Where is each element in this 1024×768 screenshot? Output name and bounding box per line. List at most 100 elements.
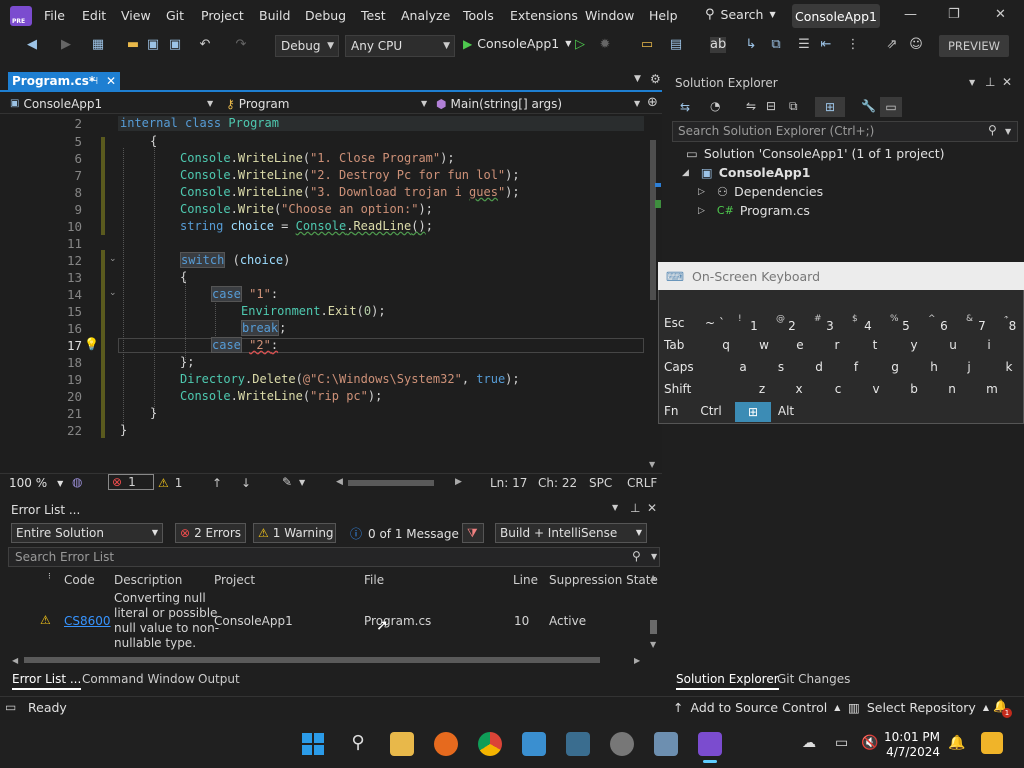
key-windows[interactable]: ⊞ — [735, 402, 771, 422]
step-icon[interactable]: ↳ — [743, 37, 759, 53]
column-header-file[interactable]: File — [364, 573, 384, 587]
warning-count-indicator[interactable]: ⚠ 1 — [158, 476, 182, 490]
start-without-debug-icon[interactable]: ▷ — [572, 37, 588, 53]
taskbar-search-icon[interactable]: ⚲ — [346, 732, 370, 756]
menu-window[interactable]: Window — [585, 8, 634, 23]
chrome-icon[interactable] — [478, 732, 502, 756]
filter-icon[interactable]: ⧩ — [462, 523, 484, 543]
chevron-down-icon[interactable]: ▼ — [612, 503, 618, 512]
key-z[interactable]: z — [743, 379, 781, 399]
tree-item-solution[interactable]: ▭ Solution 'ConsoleApp1' (1 of 1 project) — [686, 146, 945, 161]
nav-class-dropdown[interactable]: ⚷ Program — [226, 95, 426, 113]
copy-icon[interactable]: ⧉ — [789, 99, 798, 114]
key-6[interactable]: ^ 6 — [925, 314, 963, 336]
menu-extensions[interactable]: Extensions — [510, 8, 578, 23]
add-to-source-control-button[interactable]: ↑ Add to Source Control ▲ — [673, 700, 840, 715]
tab-command-window[interactable]: Command Window — [82, 672, 195, 686]
key-w[interactable]: w — [745, 335, 783, 355]
column-header-line[interactable]: Line — [513, 573, 538, 587]
key-h[interactable]: h — [915, 357, 953, 377]
close-icon[interactable]: ✕ — [106, 72, 116, 91]
key-t[interactable]: t — [856, 335, 894, 355]
hot-reload-icon[interactable]: ✹ — [597, 37, 613, 53]
save-icon[interactable]: ▣ — [145, 37, 161, 53]
menu-project[interactable]: Project — [201, 8, 244, 23]
properties-wrench-icon[interactable]: 🔧 — [861, 99, 876, 113]
scrollbar-thumb[interactable] — [650, 140, 656, 300]
file-explorer-icon[interactable] — [390, 732, 414, 756]
key-7[interactable]: & 7 — [963, 314, 1001, 336]
key-j[interactable]: j — [950, 357, 988, 377]
split-editor-icon[interactable]: ⊕ — [647, 95, 658, 110]
whitespace-indicator[interactable]: SPC — [589, 476, 612, 490]
menu-tools[interactable]: Tools — [463, 8, 494, 23]
error-search-input[interactable]: Search Error List — [8, 547, 660, 567]
save-all-icon[interactable]: ▣ — [167, 37, 183, 53]
platform-dropdown[interactable]: Any CPU ▼ — [345, 35, 455, 57]
key-a[interactable]: a — [724, 357, 762, 377]
sort-icon[interactable]: ⁝ — [48, 572, 51, 582]
open-folder-icon[interactable]: ▬ — [125, 37, 141, 53]
select-repository-button[interactable]: ▥ Select Repository ▲ — [848, 700, 989, 715]
key-d[interactable]: d — [800, 357, 838, 377]
key-q[interactable]: q — [707, 335, 745, 355]
outdent-icon[interactable]: ⇤ — [818, 37, 834, 53]
code-cleanup-icon[interactable]: ✎ — [282, 475, 292, 489]
more-icon[interactable]: ⋮ — [845, 37, 861, 53]
remote-desktop-icon[interactable] — [566, 732, 590, 756]
pin-icon[interactable]: ⊥ — [985, 75, 995, 89]
key-b[interactable]: b — [895, 379, 933, 399]
key-g[interactable]: g — [876, 357, 914, 377]
tab-error-list[interactable]: Error List ... — [12, 672, 82, 690]
cloud-offline-icon[interactable]: ☁ — [802, 735, 816, 751]
key-k[interactable]: k — [990, 357, 1024, 377]
spell-check-icon[interactable]: ab — [710, 37, 726, 53]
key-backtick[interactable]: ~ ` — [696, 313, 734, 333]
scrollbar-thumb[interactable] — [650, 620, 657, 634]
key-shift[interactable]: Shift — [660, 379, 698, 399]
scroll-up-icon[interactable]: ▲ — [650, 573, 656, 582]
solution-name-badge[interactable]: ConsoleApp1 — [792, 4, 880, 28]
key-2[interactable]: @2 — [773, 314, 811, 336]
collapse-switch-icon[interactable]: ⌄ — [109, 254, 117, 264]
menu-file[interactable]: File — [44, 8, 65, 23]
key-5[interactable]: % 5 — [887, 314, 925, 336]
tree-item-project[interactable]: ◢ ▣ ConsoleApp1 — [682, 165, 810, 180]
errors-filter-button[interactable]: ⊗ 2 Errors — [175, 523, 246, 543]
key-f[interactable]: f — [837, 357, 875, 377]
key-e[interactable]: e — [781, 335, 819, 355]
chevron-down-icon[interactable]: ▼ — [969, 78, 975, 87]
scroll-down-icon[interactable]: ▼ — [650, 640, 656, 649]
horizontal-scroll-thumb[interactable] — [24, 657, 600, 663]
previous-issue-icon[interactable]: ↑ — [212, 476, 222, 490]
undo-icon[interactable]: ↶ — [197, 37, 213, 53]
feedback-icon[interactable]: ☺ — [908, 37, 924, 53]
scroll-right-icon[interactable]: ▶ — [634, 656, 640, 665]
preview-selected-icon[interactable]: ▭ — [880, 97, 902, 117]
key-caps[interactable]: Caps — [660, 357, 698, 377]
menu-analyze[interactable]: Analyze — [401, 8, 450, 23]
notepad-icon[interactable] — [654, 732, 678, 756]
window-layout-icon[interactable]: ▤ — [668, 37, 684, 53]
bookmark-icon[interactable]: ⧉ — [768, 37, 784, 53]
key-8[interactable]: * 8 — [1001, 316, 1024, 336]
key-x[interactable]: x — [780, 379, 818, 399]
key-3[interactable]: #3 — [811, 314, 849, 336]
windows-start-icon[interactable] — [301, 732, 325, 756]
settings-gear-icon[interactable] — [610, 732, 634, 756]
taskbar-clock[interactable]: 10:01 PM 4/7/2024 — [884, 730, 940, 760]
tab-git-changes[interactable]: Git Changes — [777, 672, 850, 686]
tab-program-cs[interactable]: Program.cs* ⊣ ✕ — [8, 72, 120, 92]
status-output-icon[interactable]: ▭ — [5, 700, 16, 714]
new-project-icon[interactable]: ▦ — [90, 37, 106, 53]
menu-view[interactable]: View — [121, 8, 151, 23]
key-ctrl[interactable]: Ctrl — [692, 401, 730, 421]
history-icon[interactable]: ◔ — [710, 99, 720, 113]
minimize-button[interactable]: — — [904, 7, 917, 22]
menu-git[interactable]: Git — [166, 8, 184, 23]
visual-studio-taskbar-icon[interactable] — [698, 732, 722, 756]
pin-icon[interactable]: ⊥ — [630, 501, 640, 515]
menu-help[interactable]: Help — [649, 8, 678, 23]
key-4[interactable]: $4 — [849, 314, 887, 336]
copilot-icon[interactable]: ◍ — [72, 475, 82, 489]
